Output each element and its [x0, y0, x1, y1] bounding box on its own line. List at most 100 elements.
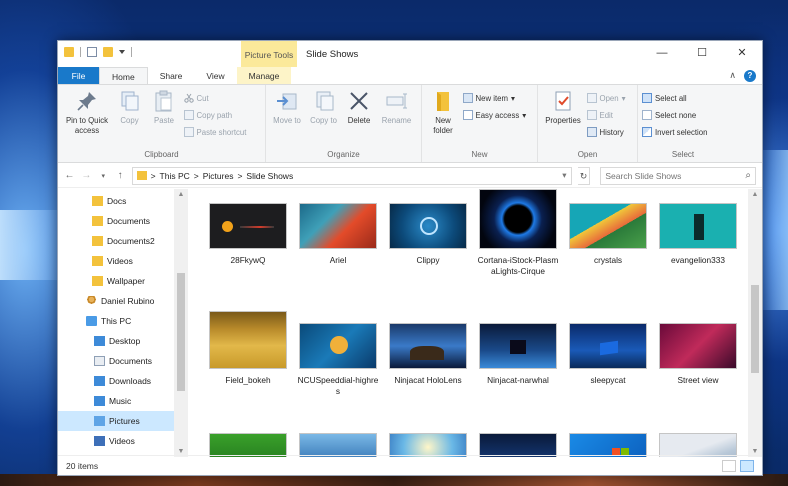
- title-bar: Picture Tools Slide Shows — ☐ ✕: [58, 41, 762, 67]
- new-folder-button[interactable]: New folder: [426, 89, 460, 136]
- file-item[interactable]: [206, 433, 290, 457]
- file-item[interactable]: [476, 433, 560, 457]
- organize-group-label: Organize: [327, 150, 360, 159]
- file-item[interactable]: NCUSpeeddial-highres: [296, 323, 380, 397]
- file-item[interactable]: evangelion333: [656, 203, 740, 266]
- customize-toolbar-icon[interactable]: [119, 50, 125, 54]
- history-button[interactable]: History: [586, 125, 626, 139]
- music-icon: [94, 396, 105, 406]
- search-input[interactable]: [605, 170, 746, 181]
- scroll-down-icon[interactable]: ▼: [174, 448, 188, 455]
- large-icons-view-icon[interactable]: [740, 459, 754, 472]
- search-box[interactable]: ⌕: [600, 166, 756, 185]
- tab-share[interactable]: Share: [148, 67, 195, 84]
- nav-item-pictures[interactable]: Pictures: [58, 411, 174, 431]
- select-all-button[interactable]: Select all: [642, 91, 707, 105]
- dropdown-arrow-icon: ▾: [621, 93, 626, 103]
- new-folder-icon: [431, 89, 455, 113]
- file-item[interactable]: [656, 433, 740, 457]
- nav-item-this-pc[interactable]: This PC: [86, 311, 131, 331]
- rename-button[interactable]: Rename: [378, 89, 416, 126]
- file-item[interactable]: [296, 433, 380, 457]
- nav-item-wallpaper[interactable]: Wallpaper: [92, 271, 145, 291]
- tab-manage[interactable]: Manage: [236, 67, 292, 84]
- address-dropdown-icon[interactable]: ▾: [562, 170, 566, 181]
- copy-icon: [118, 89, 142, 113]
- nav-item-daniel-rubino[interactable]: Daniel Rubino: [86, 291, 154, 311]
- file-item[interactable]: Ninjacat-narwhal: [476, 323, 560, 386]
- file-item[interactable]: sleepycat: [566, 323, 650, 386]
- pin-to-quick-access-button[interactable]: Pin to Quick access: [62, 89, 112, 136]
- open-button[interactable]: Open ▾: [586, 91, 626, 105]
- scroll-up-icon[interactable]: ▲: [174, 191, 188, 198]
- breadcrumb-this-pc[interactable]: This PC: [160, 171, 190, 181]
- copy-path-button[interactable]: Copy path: [183, 108, 247, 122]
- file-item[interactable]: 28FkywQ: [206, 203, 290, 266]
- nav-item-downloads[interactable]: Downloads: [94, 371, 151, 391]
- file-item[interactable]: [566, 433, 650, 457]
- rename-icon: [385, 89, 409, 113]
- up-arrow-icon[interactable]: ↑: [115, 170, 126, 181]
- tab-view[interactable]: View: [194, 67, 236, 84]
- easy-access-button[interactable]: Easy access ▾: [462, 108, 526, 122]
- details-view-icon[interactable]: [722, 459, 736, 472]
- invert-selection-button[interactable]: Invert selection: [642, 125, 707, 139]
- close-button[interactable]: ✕: [722, 41, 762, 65]
- open-icon: [586, 93, 597, 103]
- help-icon[interactable]: ?: [744, 69, 756, 82]
- file-item[interactable]: Cortana-iStock-PlasmaLights-Cirque: [476, 189, 560, 277]
- file-item[interactable]: crystals: [566, 203, 650, 266]
- delete-button[interactable]: Delete: [343, 89, 375, 126]
- copy-to-button[interactable]: Copy to: [307, 89, 341, 126]
- scrollbar-thumb[interactable]: [751, 285, 759, 373]
- file-item[interactable]: Street view: [656, 323, 740, 386]
- nav-item-documents-library[interactable]: Documents: [94, 351, 152, 371]
- content-scrollbar[interactable]: ▲ ▼: [748, 189, 762, 457]
- breadcrumb-slide-shows[interactable]: Slide Shows: [246, 171, 293, 181]
- select-none-button[interactable]: Select none: [642, 108, 707, 122]
- nav-item-videos[interactable]: Videos: [92, 251, 133, 271]
- videos-icon: [94, 436, 105, 446]
- recent-locations-icon[interactable]: ▾: [98, 172, 109, 180]
- edit-button[interactable]: Edit: [586, 108, 626, 122]
- minimize-button[interactable]: —: [642, 41, 682, 65]
- ribbon: Pin to Quick access Copy Paste Cut Copy …: [58, 85, 762, 163]
- tab-home[interactable]: Home: [99, 67, 148, 84]
- nav-item-desktop[interactable]: Desktop: [94, 331, 140, 351]
- breadcrumb-pictures[interactable]: Pictures: [203, 171, 234, 181]
- maximize-button[interactable]: ☐: [682, 41, 722, 65]
- nav-item-music[interactable]: Music: [94, 391, 131, 411]
- paste-button[interactable]: Paste: [147, 89, 181, 126]
- nav-item-videos-library[interactable]: Videos: [94, 431, 135, 451]
- navigation-scrollbar[interactable]: ▲ ▼: [174, 189, 188, 457]
- tab-file[interactable]: File: [58, 67, 99, 84]
- collapse-ribbon-icon[interactable]: ∧: [729, 70, 736, 81]
- properties-quick-icon[interactable]: [87, 47, 97, 57]
- scrollbar-thumb[interactable]: [177, 273, 185, 391]
- new-folder-quick-icon[interactable]: [103, 47, 113, 57]
- dropdown-arrow-icon: ▾: [511, 93, 515, 103]
- documents-icon: [94, 356, 105, 366]
- file-item[interactable]: Field_bokeh: [206, 311, 290, 386]
- file-item[interactable]: [386, 433, 470, 457]
- refresh-button[interactable]: ↻: [577, 166, 591, 185]
- paste-shortcut-button[interactable]: Paste shortcut: [183, 125, 246, 139]
- move-to-button[interactable]: Move to: [270, 89, 304, 126]
- thumbnail: [479, 323, 557, 369]
- address-bar[interactable]: > This PC > Pictures > Slide Shows ▾: [131, 166, 572, 185]
- scroll-up-icon[interactable]: ▲: [748, 191, 762, 198]
- nav-item-documents[interactable]: Documents: [92, 211, 150, 231]
- properties-button[interactable]: Properties: [542, 89, 584, 126]
- new-item-button[interactable]: New item ▾: [462, 91, 527, 105]
- nav-item-documents2[interactable]: Documents2: [92, 231, 155, 251]
- select-all-icon: [642, 93, 652, 103]
- file-item[interactable]: Ariel: [296, 203, 380, 266]
- file-item[interactable]: Clippy: [386, 203, 470, 266]
- back-arrow-icon[interactable]: ←: [64, 170, 75, 181]
- scroll-down-icon[interactable]: ▼: [748, 448, 762, 455]
- copy-button[interactable]: Copy: [115, 89, 145, 126]
- cut-button[interactable]: Cut: [183, 91, 247, 105]
- forward-arrow-icon[interactable]: →: [81, 170, 92, 181]
- nav-item-docs[interactable]: Docs: [92, 191, 126, 211]
- file-item[interactable]: Ninjacat HoloLens: [386, 323, 470, 386]
